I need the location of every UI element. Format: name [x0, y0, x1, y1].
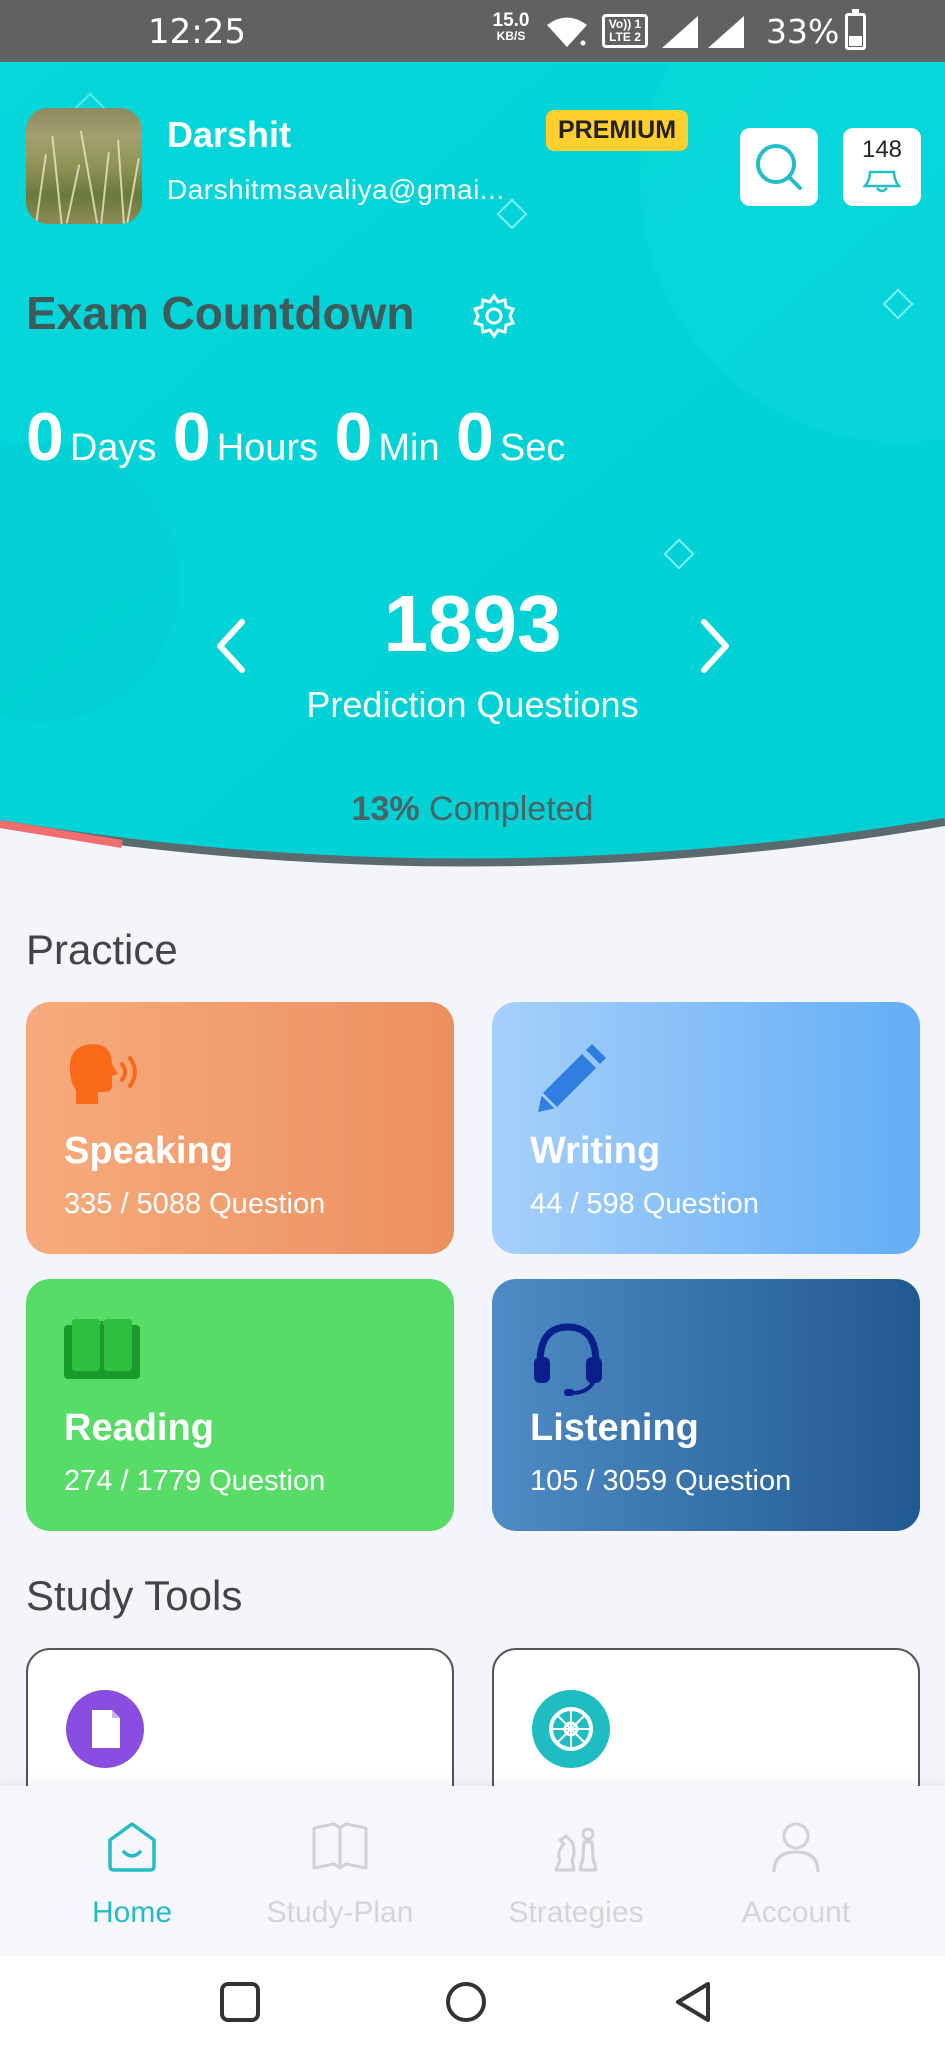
battery-icon: [845, 9, 866, 50]
next-arrow-icon[interactable]: [694, 616, 734, 676]
user-icon: [772, 1822, 820, 1873]
prediction-count: 1893: [383, 579, 562, 668]
nav-study-plan[interactable]: Study-Plan: [222, 1786, 458, 1956]
bottom-navigation: Home Study-Plan Strategies Account: [0, 1786, 945, 1956]
volte-icon: Vo)) 1 LTE 2: [602, 14, 648, 48]
nav-home[interactable]: Home: [14, 1786, 250, 1956]
premium-badge: PREMIUM: [546, 110, 689, 151]
network-speed: 15.0 KB/S: [487, 10, 535, 43]
speaking-head-icon: [69, 1044, 137, 1104]
notifications-button[interactable]: 148: [843, 128, 921, 206]
book-icon: [64, 1319, 140, 1379]
system-navigation-bar: [0, 1956, 945, 2048]
listening-title: Listening: [530, 1407, 699, 1449]
back-icon[interactable]: [670, 1978, 718, 2026]
recents-icon[interactable]: [216, 1978, 264, 2026]
network-speed-unit: KB/S: [496, 29, 526, 43]
wheel-icon: [532, 1690, 610, 1768]
search-icon: [756, 144, 802, 190]
writing-title: Writing: [530, 1130, 661, 1172]
countdown-sec-label: Sec: [499, 427, 566, 469]
nav-account[interactable]: Account: [678, 1786, 914, 1956]
status-bar: 12:25 15.0 KB/S Vo)) 1 LTE 2 33%: [0, 0, 945, 62]
nav-home-label: Home: [91, 1896, 173, 1929]
book-open-icon: [312, 1822, 368, 1870]
user-name: Darshit: [167, 114, 292, 155]
writing-progress: 44 / 598 Question: [530, 1188, 759, 1220]
exam-countdown-title: Exam Countdown: [26, 287, 415, 339]
writing-card[interactable]: Writing 44 / 598 Question: [492, 1002, 920, 1254]
gear-icon[interactable]: [470, 292, 518, 340]
wifi-icon: [547, 17, 587, 47]
avatar[interactable]: [26, 108, 142, 224]
network-speed-value: 15.0: [492, 10, 530, 31]
nav-study-plan-label: Study-Plan: [266, 1896, 414, 1929]
headphones-icon: [534, 1323, 602, 1396]
status-time: 12:25: [148, 12, 246, 52]
signal-icon: [708, 16, 744, 48]
bell-icon: [862, 170, 902, 193]
countdown-min: 0: [334, 399, 373, 475]
countdown-timer: 0 Days 0 Hours 0 Min 0 Sec: [26, 398, 577, 476]
countdown-hours-label: Hours: [216, 427, 319, 469]
volte-line2: LTE 2: [609, 30, 641, 44]
signal-icon: [662, 16, 698, 48]
countdown-days-label: Days: [69, 427, 157, 469]
nav-strategies[interactable]: Strategies: [458, 1786, 694, 1956]
speaking-title: Speaking: [64, 1130, 233, 1172]
listening-card[interactable]: Listening 105 / 3059 Question: [492, 1279, 920, 1531]
search-button[interactable]: [740, 128, 818, 206]
home-circle-icon[interactable]: [442, 1978, 490, 2026]
countdown-days: 0: [26, 399, 64, 475]
listening-progress: 105 / 3059 Question: [530, 1465, 792, 1497]
chess-icon: [554, 1827, 598, 1872]
reading-progress: 274 / 1779 Question: [64, 1465, 326, 1497]
home-icon: [108, 1822, 156, 1872]
practice-title: Practice: [26, 926, 178, 973]
study-tools-title: Study Tools: [26, 1572, 243, 1619]
speaking-card[interactable]: Speaking 335 / 5088 Question: [26, 1002, 454, 1254]
reading-title: Reading: [64, 1407, 214, 1449]
speaking-progress: 335 / 5088 Question: [64, 1188, 326, 1220]
completion-status: 13% Completed: [0, 790, 945, 829]
completion-percent: 13%: [351, 790, 420, 828]
reading-card[interactable]: Reading 274 / 1779 Question: [26, 1279, 454, 1531]
pencil-icon: [538, 1044, 606, 1112]
header-panel: Darshit Darshitmsavaliya@gmai... PREMIUM…: [0, 62, 945, 902]
countdown-sec: 0: [456, 399, 494, 475]
countdown-min-label: Min: [378, 427, 440, 469]
battery-percent: 33%: [766, 12, 840, 51]
completion-label: Completed: [429, 790, 594, 828]
prediction-label: Prediction Questions: [306, 684, 639, 725]
nav-account-label: Account: [741, 1896, 851, 1929]
document-icon: [66, 1690, 144, 1768]
nav-strategies-label: Strategies: [508, 1896, 644, 1929]
countdown-hours: 0: [172, 399, 211, 475]
user-email: Darshitmsavaliya@gmai...: [167, 174, 505, 205]
